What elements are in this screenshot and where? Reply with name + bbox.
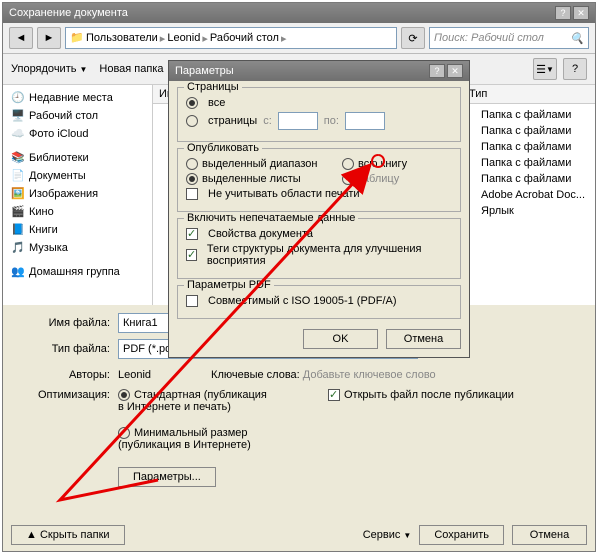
music-icon: 🎵 bbox=[11, 241, 25, 255]
dlg-help-button[interactable]: ? bbox=[429, 64, 445, 78]
opt-min-radio[interactable]: Минимальный размер (публикация в Интерне… bbox=[118, 427, 268, 451]
view-menu[interactable]: ☰▼ bbox=[533, 58, 557, 80]
filename-label: Имя файла: bbox=[13, 317, 118, 329]
sel-range-radio[interactable]: выделенный диапазон bbox=[186, 158, 336, 170]
keywords-label: Ключевые слова: bbox=[211, 369, 300, 381]
dlg-close-button[interactable]: ✕ bbox=[447, 64, 463, 78]
new-folder-button[interactable]: Новая папка bbox=[99, 63, 163, 75]
homegroup-icon: 👥 bbox=[11, 265, 25, 279]
iso-checkbox[interactable]: Совместимый с ISO 19005-1 (PDF/A) bbox=[186, 295, 452, 307]
search-input[interactable]: Поиск: Рабочий стол 🔍 bbox=[429, 27, 589, 49]
sidebar-item-books[interactable]: 📘Книги bbox=[7, 221, 148, 239]
doc-props-checkbox[interactable]: Свойства документа bbox=[186, 228, 452, 240]
service-menu[interactable]: Сервис ▼ bbox=[363, 529, 412, 541]
ok-button[interactable]: OK bbox=[303, 329, 378, 349]
image-icon: 🖼️ bbox=[11, 187, 25, 201]
list-item[interactable]: Папка с файлами bbox=[471, 171, 595, 187]
keywords-value[interactable]: Добавьте ключевое слово bbox=[303, 369, 436, 381]
library-icon: 📚 bbox=[11, 151, 25, 165]
list-item[interactable]: Adobe Acrobat Doc... bbox=[471, 187, 595, 203]
page-to-input[interactable] bbox=[345, 112, 385, 130]
help-button[interactable]: ? bbox=[555, 6, 571, 20]
bc-seg[interactable]: Рабочий стол bbox=[210, 32, 279, 44]
publish-group: Опубликовать выделенный диапазон всю кни… bbox=[177, 148, 461, 212]
sidebar-item-video[interactable]: 🎬Кино bbox=[7, 203, 148, 221]
authors-label: Авторы: bbox=[13, 369, 118, 381]
ignore-print-checkbox[interactable]: Не учитывать области печати bbox=[186, 188, 452, 200]
page-range-radio[interactable]: страницы с: по: bbox=[186, 112, 452, 130]
open-after-checkbox[interactable]: Открыть файл после публикации bbox=[328, 389, 514, 401]
desktop-icon: 🖥️ bbox=[11, 109, 25, 123]
search-icon: 🔍 bbox=[570, 32, 584, 45]
pages-legend: Страницы bbox=[184, 81, 242, 93]
authors-value[interactable]: Leonid bbox=[118, 369, 151, 381]
parameters-dialog: Параметры ? ✕ Страницы все страницы с: п… bbox=[168, 60, 470, 358]
params-button[interactable]: Параметры... bbox=[118, 467, 216, 487]
list-item[interactable]: Ярлык bbox=[471, 203, 595, 219]
list-item[interactable]: Папка с файлами bbox=[471, 123, 595, 139]
list-item[interactable]: Папка с файлами bbox=[471, 107, 595, 123]
doc-icon: 📄 bbox=[11, 169, 25, 183]
list-item[interactable]: Папка с файлами bbox=[471, 139, 595, 155]
nonprint-group: Включить непечатаемые данные Свойства до… bbox=[177, 218, 461, 279]
sel-sheets-radio[interactable]: выделенные листы bbox=[186, 173, 336, 185]
opt-standard-radio[interactable]: Стандартная (публикация в Интернете и пе… bbox=[118, 389, 268, 413]
bc-seg[interactable]: Пользователи bbox=[86, 32, 158, 44]
col-type[interactable]: Тип bbox=[469, 88, 589, 100]
pages-group: Страницы все страницы с: по: bbox=[177, 87, 461, 142]
bottom-bar: ▲ Скрыть папки Сервис ▼ Сохранить Отмена bbox=[11, 525, 587, 545]
filetype-label: Тип файла: bbox=[13, 343, 118, 355]
dlg-titlebar: Параметры ? ✕ bbox=[169, 61, 469, 81]
sidebar-item-icloud[interactable]: ☁️Фото iCloud bbox=[7, 125, 148, 143]
nav-pane: 🕘Недавние места 🖥️Рабочий стол ☁️Фото iC… bbox=[3, 85, 153, 305]
breadcrumb[interactable]: 📁 Пользователи▸ Leonid▸ Рабочий стол▸ bbox=[65, 27, 397, 49]
dlg-cancel-button[interactable]: Отмена bbox=[386, 329, 461, 349]
cancel-button[interactable]: Отмена bbox=[512, 525, 587, 545]
refresh-button[interactable]: ⟳ bbox=[401, 27, 425, 49]
recent-icon: 🕘 bbox=[11, 91, 25, 105]
book-icon: 📘 bbox=[11, 223, 25, 237]
help-icon[interactable]: ? bbox=[563, 58, 587, 80]
folder-icon: 📁 bbox=[70, 31, 84, 45]
film-icon: 🎬 bbox=[11, 205, 25, 219]
close-button[interactable]: ✕ bbox=[573, 6, 589, 20]
save-button[interactable]: Сохранить bbox=[419, 525, 504, 545]
sidebar-item-desktop[interactable]: 🖥️Рабочий стол bbox=[7, 107, 148, 125]
table-radio: таблицу bbox=[342, 173, 399, 185]
sidebar-item-music[interactable]: 🎵Музыка bbox=[7, 239, 148, 257]
back-button[interactable]: ◄ bbox=[9, 27, 33, 49]
organize-menu[interactable]: Упорядочить▼ bbox=[11, 63, 87, 75]
sidebar-item-recent[interactable]: 🕘Недавние места bbox=[7, 89, 148, 107]
cloud-icon: ☁️ bbox=[11, 127, 25, 141]
sidebar-item-docs[interactable]: 📄Документы bbox=[7, 167, 148, 185]
whole-book-radio[interactable]: всю книгу bbox=[342, 158, 407, 170]
window-title: Сохранение документа bbox=[9, 7, 128, 19]
pdf-group: Параметры PDF Совместимый с ISO 19005-1 … bbox=[177, 285, 461, 319]
page-from-input[interactable] bbox=[278, 112, 318, 130]
sidebar-item-images[interactable]: 🖼️Изображения bbox=[7, 185, 148, 203]
bc-seg[interactable]: Leonid bbox=[167, 32, 200, 44]
nonprint-legend: Включить непечатаемые данные bbox=[184, 212, 358, 224]
list-item[interactable]: Папка с файлами bbox=[471, 155, 595, 171]
sidebar-item-libs[interactable]: 📚Библиотеки bbox=[7, 149, 148, 167]
doc-tags-checkbox[interactable]: Теги структуры документа для улучшения в… bbox=[186, 243, 452, 267]
all-pages-radio[interactable]: все bbox=[186, 97, 452, 109]
titlebar: Сохранение документа ? ✕ bbox=[3, 3, 595, 23]
forward-button[interactable]: ► bbox=[37, 27, 61, 49]
publish-legend: Опубликовать bbox=[184, 142, 262, 154]
optimize-label: Оптимизация: bbox=[13, 389, 118, 401]
nav-toolbar: ◄ ► 📁 Пользователи▸ Leonid▸ Рабочий стол… bbox=[3, 23, 595, 54]
sidebar-item-homegroup[interactable]: 👥Домашняя группа bbox=[7, 263, 148, 281]
hide-folders-button[interactable]: ▲ Скрыть папки bbox=[11, 525, 125, 545]
dlg-title: Параметры bbox=[175, 65, 234, 77]
pdf-legend: Параметры PDF bbox=[184, 279, 274, 291]
